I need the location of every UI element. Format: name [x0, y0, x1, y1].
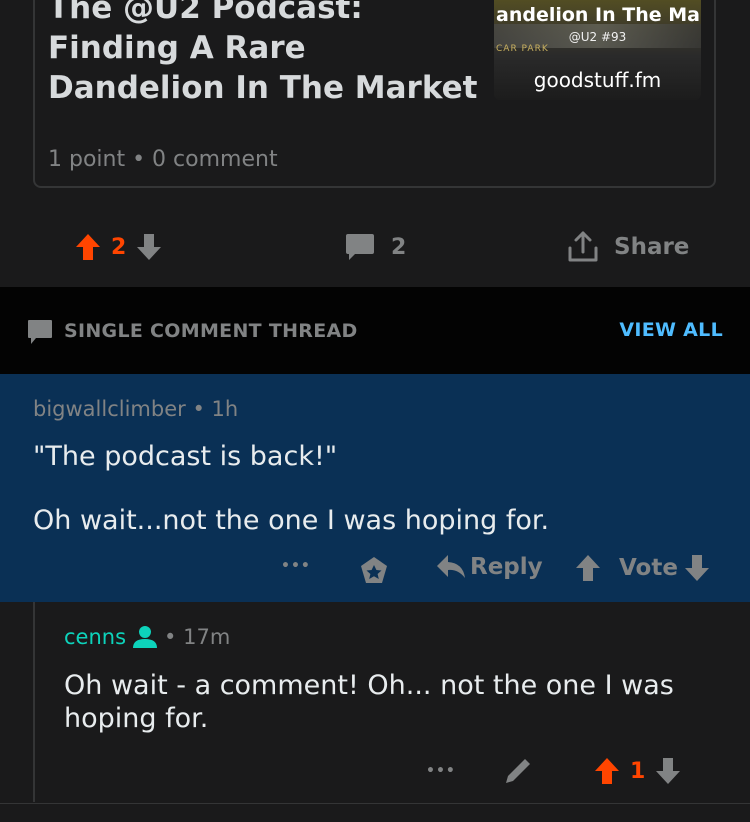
downvote-icon[interactable] — [684, 554, 710, 582]
upvote-icon[interactable] — [75, 233, 101, 261]
thumbnail-episode: @U2 #93 — [568, 30, 627, 44]
reply-body: Oh wait - a comment! Oh... not the one I… — [64, 670, 674, 734]
comment-icon — [345, 233, 375, 261]
thread-header: SINGLE COMMENT THREAD VIEW ALL — [0, 287, 750, 374]
post-vote-group: 2 — [75, 230, 162, 264]
reply-author[interactable]: cenns — [64, 625, 126, 649]
divider — [0, 803, 750, 804]
downvote-icon[interactable] — [136, 233, 162, 261]
share-button[interactable]: Share — [566, 230, 689, 264]
post-title[interactable]: The @U2 Podcast: Finding A Rare Dandelio… — [48, 0, 488, 108]
reply-time: • 17m — [164, 625, 231, 649]
edit-icon[interactable] — [503, 756, 533, 786]
reply-score: 1 — [630, 758, 646, 784]
share-label: Share — [614, 234, 690, 260]
thumbnail-title: andelion In The Mark — [496, 4, 701, 26]
thread-line[interactable] — [33, 602, 35, 802]
reply-button[interactable]: Reply — [436, 554, 543, 580]
post-meta: 1 point • 0 comment — [48, 147, 278, 172]
comment-thread-icon — [27, 319, 53, 345]
vote-group: Vote — [575, 554, 710, 582]
comment-time: • 1h — [192, 397, 239, 421]
downvote-icon[interactable] — [655, 757, 681, 785]
comment-meta: bigwallclimber • 1h — [33, 397, 238, 421]
reply-icon — [436, 554, 466, 580]
reply-more-options-button[interactable]: ••• — [426, 763, 456, 779]
reply-meta: cenns • 17m — [64, 625, 230, 649]
thumbnail-domain: goodstuff.fm — [533, 68, 662, 92]
vote-label: Vote — [619, 555, 678, 581]
reply-label: Reply — [470, 554, 543, 580]
thread-title: SINGLE COMMENT THREAD — [64, 320, 358, 342]
comment-author[interactable]: bigwallclimber — [33, 397, 186, 421]
comment-body-line1: "The podcast is back!" — [33, 441, 338, 472]
comments-button[interactable]: 2 — [345, 230, 406, 264]
post-thumbnail[interactable]: andelion In The Mark @U2 #93 CAR PARK go… — [494, 0, 701, 100]
reply-vote-group: 1 — [594, 754, 681, 788]
post-score: 2 — [111, 234, 127, 260]
thumbnail-sign: CAR PARK — [496, 44, 549, 54]
upvote-icon[interactable] — [575, 554, 601, 582]
upvote-icon[interactable] — [594, 757, 620, 785]
highlighted-comment: bigwallclimber • 1h "The podcast is back… — [0, 374, 750, 602]
comment-body-line2: Oh wait...not the one I was hoping for. — [33, 505, 550, 536]
award-icon[interactable] — [358, 555, 390, 587]
comment-count: 2 — [391, 234, 407, 260]
view-all-link[interactable]: VIEW ALL — [619, 319, 723, 341]
moderator-icon — [132, 625, 158, 649]
share-icon — [566, 230, 600, 264]
more-options-button[interactable]: ••• — [281, 558, 311, 574]
